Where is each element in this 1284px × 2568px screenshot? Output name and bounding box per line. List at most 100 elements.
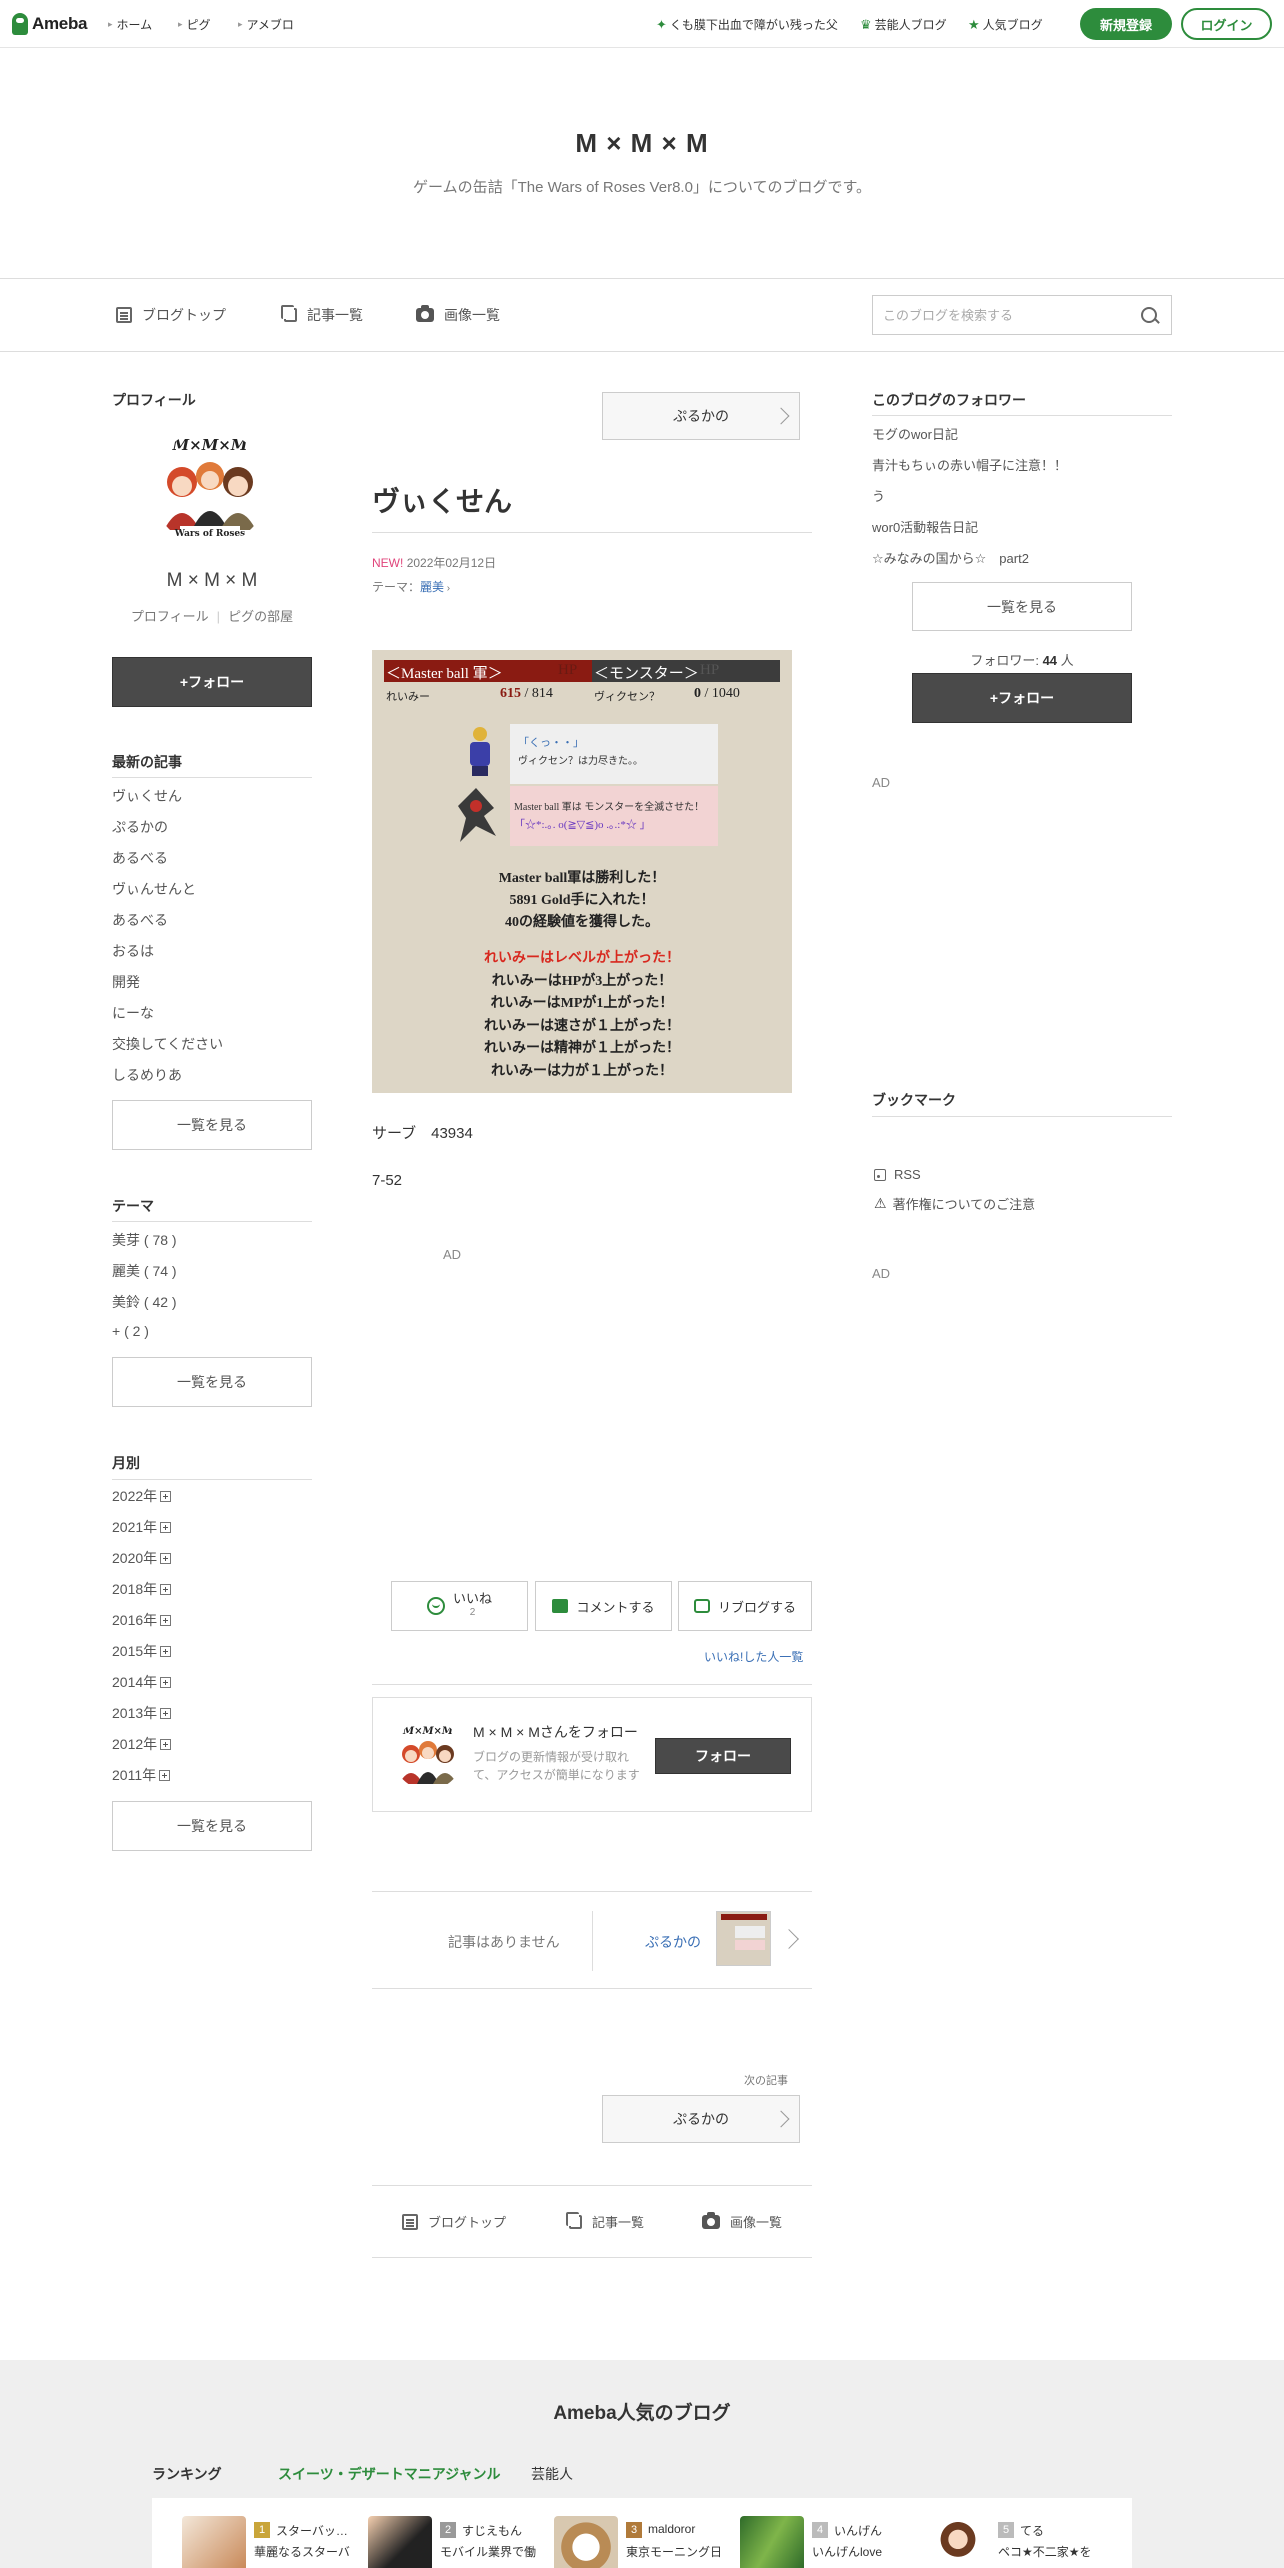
month-item[interactable]: 2021年 [112,1517,172,1537]
nav-home[interactable]: ▸ ホーム [108,16,152,33]
login-button[interactable]: ログイン [1181,8,1272,40]
month-item[interactable]: 2013年 [112,1703,172,1723]
bottom-nav-blog-top[interactable]: ブログトップ [402,2212,506,2231]
month-item[interactable]: 2012年 [112,1734,172,1754]
document-icon [116,307,132,323]
celebrity-blog-link[interactable]: ♛ 芸能人ブログ [860,16,947,33]
expand-icon[interactable] [160,1708,172,1719]
ranking-item[interactable]: 2 すじえもん モバイル業界で働 [368,2516,548,2568]
defeat-quote: 「くっ・・」 [518,737,584,749]
theme-more-button[interactable]: 一覧を見る [112,1357,312,1407]
subnav-article-list[interactable]: 記事一覧 [281,305,363,325]
article-body-line: 7-52 [372,1172,403,1189]
expand-icon[interactable] [160,1522,172,1533]
nav-pigg[interactable]: ▸ ピグ [178,16,211,33]
tab-celebrity[interactable]: 芸能人 [531,2464,573,2484]
month-item[interactable]: 2016年 [112,1610,172,1630]
follower-item[interactable]: ☆みなみの国から☆ part2 [872,548,1029,567]
search-input[interactable] [873,296,1141,334]
expand-icon[interactable] [160,1646,172,1657]
recent-item[interactable]: 交換してください [112,1034,223,1054]
month-item[interactable]: 2018年 [112,1579,172,1599]
recent-item[interactable]: 開発 [112,972,140,992]
sidebar-follow-button[interactable]: +フォロー [912,673,1132,723]
subnav-image-list[interactable]: 画像一覧 [416,305,500,325]
month-item[interactable]: 2020年 [112,1548,172,1568]
reblog-button[interactable]: リブログする [678,1581,812,1631]
ranking-item[interactable]: 1 スターバッ… 華麗なるスターバ [182,2516,362,2568]
followers-more-button[interactable]: 一覧を見る [912,582,1132,631]
article-title[interactable]: ヴぃくせん [372,480,512,520]
expand-icon[interactable] [160,1739,172,1750]
monthly-more-button[interactable]: 一覧を見る [112,1801,312,1851]
profile-link[interactable]: プロフィール [131,609,209,624]
month-item[interactable]: 2015年 [112,1641,172,1661]
tab-ranking[interactable]: ランキング [152,2464,222,2484]
rss-link[interactable]: RSS [874,1167,921,1182]
trending-link[interactable]: ✦ くも膜下出血で障がい残った父 [656,16,838,33]
recent-item[interactable]: あるべる [112,848,168,868]
divider [372,2257,812,2258]
theme-item[interactable]: 美芽 ( 78 ) [112,1230,177,1250]
chevron-right-icon[interactable] [779,1929,799,1949]
recent-item[interactable]: あるべる [112,910,168,930]
follower-count-label: フォロワー: [970,653,1039,668]
ranking-item[interactable]: 4 いんげん いんげんlove [740,2516,920,2568]
bottom-nav-image-list[interactable]: 画像一覧 [702,2211,782,2231]
like-button[interactable]: いいね 2 [391,1581,528,1631]
month-item[interactable]: 2011年 [112,1765,171,1785]
ranking-item[interactable]: 3 maldoror 東京モーニング日 [554,2516,734,2568]
recent-item[interactable]: しるめりあ [112,1065,182,1085]
article-theme-link[interactable]: 麗美 [420,580,444,594]
recent-more-button[interactable]: 一覧を見る [112,1100,312,1150]
expand-icon[interactable] [160,1584,172,1595]
recent-item[interactable]: ヴぃんせんと [112,879,196,899]
popular-blog-link[interactable]: ★ 人気ブログ [968,16,1043,33]
article-image[interactable]: ＜Master ball 軍＞ HP ＜モンスター＞ HP れいみー 615 /… [372,650,792,1093]
expand-icon[interactable] [160,1491,172,1502]
profile-name[interactable]: M × M × M [112,570,312,592]
follower-item[interactable]: 青汁もちぃの赤い帽子に注意！！ [872,455,1067,474]
expand-icon[interactable] [160,1677,172,1688]
prev-article-button[interactable]: ぷるかの [602,392,800,440]
pigg-room-link[interactable]: ピグの部屋 [228,609,293,624]
liked-users-link[interactable]: いいね!した人一覧 [704,1648,803,1665]
recent-item[interactable]: ヴぃくせん [112,786,182,806]
theme-item[interactable]: 美鈴 ( 42 ) [112,1292,177,1312]
expand-icon[interactable] [160,1615,172,1626]
theme-item[interactable]: 麗美 ( 74 ) [112,1261,177,1281]
expand-icon[interactable] [159,1770,171,1781]
theme-item[interactable]: + ( 2 ) [112,1323,149,1339]
month-item[interactable]: 2014年 [112,1672,172,1692]
blog-title[interactable]: M × M × M [0,128,1284,159]
avatar[interactable]: M×M×M Wars of Roses [152,430,268,546]
next-article-button[interactable]: ぷるかの [602,2095,800,2143]
next-article-thumbnail[interactable] [716,1911,771,1966]
nav-ameblo[interactable]: ▸ アメブロ [238,16,294,33]
search-icon[interactable] [1141,307,1157,323]
recent-item[interactable]: ぷるかの [112,817,168,837]
comment-label: コメントする [576,1599,655,1615]
follower-item[interactable]: モグのwor日記 [872,424,958,443]
result-line: 40の経験値を獲得した。 [505,915,659,930]
expand-icon[interactable] [160,1553,172,1564]
copyright-notice-link[interactable]: ⚠ 著作権についてのご注意 [874,1194,1035,1213]
ameba-mark-icon [12,13,28,35]
recent-item[interactable]: にーな [112,1003,154,1023]
signup-button[interactable]: 新規登録 [1080,8,1172,40]
bottom-nav-article-list[interactable]: 記事一覧 [566,2211,644,2231]
next-article-link[interactable]: ぷるかの [645,1932,701,1952]
recent-item[interactable]: おるは [112,941,154,961]
month-label: 2012年 [112,1736,158,1752]
month-item[interactable]: 2022年 [112,1486,172,1506]
comment-button[interactable]: コメントする [535,1581,672,1631]
follow-card-button[interactable]: フォロー [655,1738,791,1774]
ranking-item[interactable]: 5 てる ペコ★不二家★を [926,2516,1106,2568]
follower-item[interactable]: う [872,486,885,505]
subnav-blog-top[interactable]: ブログトップ [116,305,226,325]
tab-sweets-genre[interactable]: スイーツ・デザートマニアジャンル [278,2464,500,2484]
ameba-logo[interactable]: Ameba [12,12,87,36]
rank-number: 4 [812,2522,828,2538]
follower-item[interactable]: wor0活動報告日記 [872,517,978,536]
profile-follow-button[interactable]: +フォロー [112,657,312,707]
